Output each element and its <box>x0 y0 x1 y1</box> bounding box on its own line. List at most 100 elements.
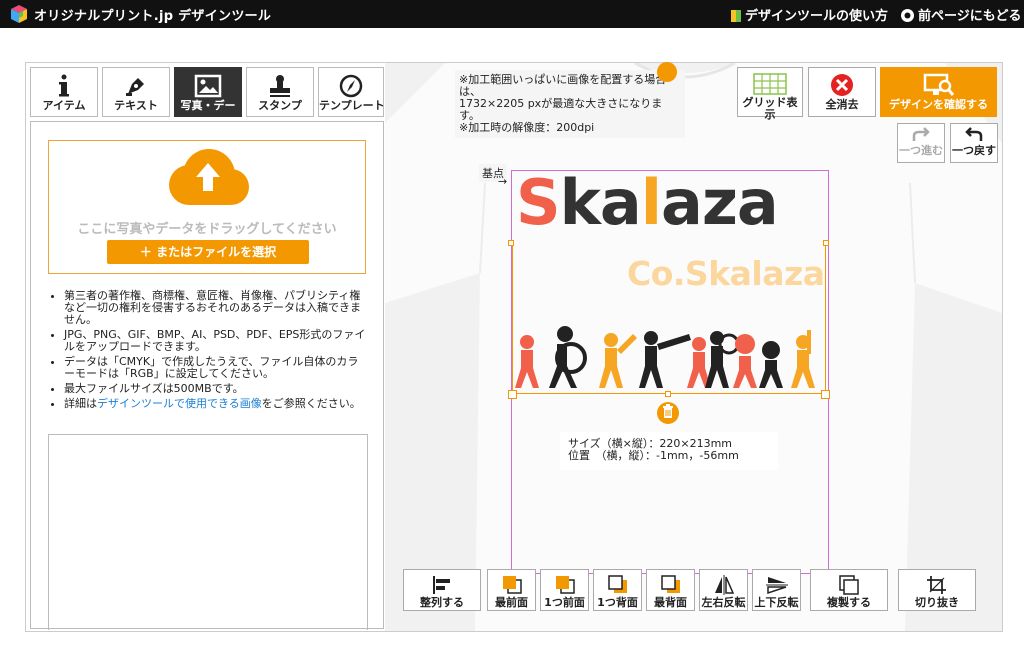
monitor-search-icon <box>923 73 954 96</box>
redo-button[interactable]: 一つ進む <box>897 123 945 163</box>
info-icon <box>59 74 69 97</box>
print-area-note: ※加工範囲いっぱいに画像を配置する場合は、 1732×2205 pxが最適な大き… <box>455 70 685 138</box>
clear-all-label: 全消去 <box>825 98 859 111</box>
redo-label: 一つ進む <box>899 144 943 157</box>
note-text: をご参照ください。 <box>261 397 361 410</box>
tab-photo[interactable]: 写真・デー <box>174 67 242 117</box>
redo-icon <box>912 127 930 141</box>
position-line: 位置 （横，縦）：-1mm，-56mm <box>568 449 739 462</box>
flip-horizontal-icon <box>714 575 734 595</box>
tab-item-label: アイテム <box>42 99 86 112</box>
close-circle-icon <box>831 74 853 96</box>
bring-forward-icon <box>555 576 575 594</box>
flip-horizontal-button[interactable]: 左右反転 <box>699 569 748 611</box>
cloud-upload-icon <box>169 149 249 205</box>
logo-icon <box>11 5 27 23</box>
origin-arrow-icon: → <box>498 175 508 188</box>
resize-handle[interactable] <box>823 240 829 246</box>
grid-icon <box>753 73 787 95</box>
trash-icon <box>663 404 673 418</box>
confirm-design-button[interactable]: デザインを確認する <box>880 67 997 117</box>
back-link[interactable]: 前ページにもどる <box>900 5 1021 24</box>
align-label: 整列する <box>420 596 464 609</box>
pen-icon <box>126 78 144 96</box>
duplicate-icon <box>839 575 859 595</box>
bring-front-icon <box>502 576 522 594</box>
tab-photo-label: 写真・デー <box>180 99 236 112</box>
resize-handle[interactable] <box>508 390 517 399</box>
undo-label: 一つ戻す <box>952 144 996 157</box>
flip-horizontal-label: 左右反転 <box>701 596 746 609</box>
bring-forward-button[interactable]: 1つ前面 <box>540 569 589 611</box>
note-item: JPG、PNG、GIF、BMP、AI、PSD、PDF、EPS形式のファイルをアッ… <box>64 329 368 353</box>
undo-icon <box>965 127 983 141</box>
resize-handle[interactable] <box>508 240 514 246</box>
send-back-icon <box>660 575 680 593</box>
send-backward-label: 1つ背面 <box>597 596 638 609</box>
logo-part: S <box>516 166 561 239</box>
grid-toggle-label: グリッド表示 <box>742 96 798 121</box>
help-link-label: デザインツールの使い方 <box>745 9 889 24</box>
upload-dropzone[interactable]: ここに写真やデータをドラッグしてください ＋ またはファイルを選択 <box>48 140 366 274</box>
note-line: ※加工範囲いっぱいに画像を配置する場合は、 <box>459 73 667 98</box>
bring-to-front-label: 最前面 <box>495 596 528 609</box>
compass-icon <box>339 74 363 98</box>
tab-text-label: テキスト <box>114 99 158 112</box>
confirm-design-label: デザインを確認する <box>889 98 988 111</box>
note-item: データは「CMYK」で作成したうえで、ファイル自体のカラーモードは「RGB」に設… <box>64 356 368 380</box>
note-line: ※加工時の解像度：200dpi <box>459 121 595 134</box>
upload-notes: 第三者の著作権、商標権、意匠権、肖像権、パブリシティ権など一切の権利を侵害するお… <box>48 290 368 413</box>
tab-stamp[interactable]: スタンプ <box>246 67 314 117</box>
stamp-icon <box>270 75 290 97</box>
grid-toggle-button[interactable]: グリッド表示 <box>737 67 803 121</box>
flip-vertical-icon <box>765 577 788 595</box>
back-circle-icon <box>901 9 914 22</box>
align-icon <box>433 576 450 594</box>
note-item: 第三者の著作権、商標権、意匠権、肖像権、パブリシティ権など一切の権利を侵害するお… <box>64 290 368 326</box>
resize-handle[interactable] <box>665 391 671 397</box>
crop-icon <box>927 576 946 594</box>
align-button[interactable]: 整列する <box>403 569 481 611</box>
delete-button[interactable] <box>657 402 679 424</box>
crop-label: 切り抜き <box>915 596 959 609</box>
design-logo[interactable]: Skalaza <box>516 166 779 239</box>
brand-title: オリジナルプリント.jp デザインツール <box>34 9 272 24</box>
top-bar: オリジナルプリント.jp デザインツール デザインツールの使い方 前ページにもど… <box>0 0 1024 28</box>
duplicate-button[interactable]: 複製する <box>810 569 888 611</box>
bring-to-front-button[interactable]: 最前面 <box>487 569 536 611</box>
selection-box[interactable] <box>512 243 826 394</box>
image-icon <box>194 74 222 98</box>
crop-button[interactable]: 切り抜き <box>898 569 976 611</box>
logo-part: l <box>640 166 662 239</box>
send-to-back-button[interactable]: 最背面 <box>646 569 695 611</box>
flip-vertical-label: 上下反転 <box>754 596 799 609</box>
undo-button[interactable]: 一つ戻す <box>950 123 998 163</box>
send-backward-icon <box>607 575 627 593</box>
rotate-handle[interactable] <box>657 62 677 82</box>
tab-template[interactable]: テンプレート <box>318 67 384 117</box>
tab-template-label: テンプレート <box>319 99 384 112</box>
select-file-button[interactable]: ＋ またはファイルを選択 <box>107 240 309 264</box>
logo-part: ka <box>559 166 642 239</box>
tab-text[interactable]: テキスト <box>102 67 170 117</box>
resize-handle[interactable] <box>821 390 830 399</box>
back-link-label: 前ページにもどる <box>918 9 1022 24</box>
clear-all-button[interactable]: 全消去 <box>808 67 876 117</box>
flip-vertical-button[interactable]: 上下反転 <box>752 569 801 611</box>
send-backward-button[interactable]: 1つ背面 <box>593 569 642 611</box>
tab-item[interactable]: アイテム <box>30 67 98 117</box>
book-icon <box>731 10 741 22</box>
usable-images-link[interactable]: デザインツールで使用できる画像 <box>97 397 262 410</box>
logo-part: aza <box>661 166 779 239</box>
note-item: 詳細はデザインツールで使用できる画像をご参照ください。 <box>64 398 368 410</box>
uploaded-images-list <box>48 434 368 630</box>
note-text: 詳細は <box>64 397 97 410</box>
send-to-back-label: 最背面 <box>654 596 687 609</box>
dropzone-text: ここに写真やデータをドラッグしてください <box>77 222 337 237</box>
help-link[interactable]: デザインツールの使い方 <box>730 5 888 24</box>
note-line: 1732×2205 pxが最適な大きさになります。 <box>459 97 663 122</box>
bring-forward-label: 1つ前面 <box>544 596 585 609</box>
duplicate-label: 複製する <box>827 596 871 609</box>
size-position-info: サイズ（横×縦）：220×213mm 位置 （横，縦）：-1mm，-56mm <box>560 432 778 470</box>
tab-stamp-label: スタンプ <box>258 99 302 112</box>
